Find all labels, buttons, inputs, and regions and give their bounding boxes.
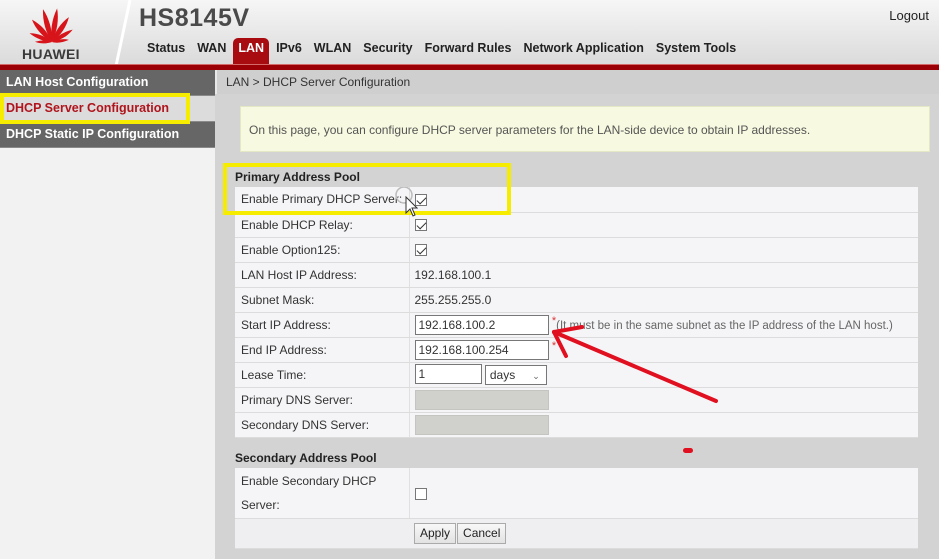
secondary-pool-table: Enable Secondary DHCP Server: Apply Cance… bbox=[235, 468, 918, 549]
lease-unit-select[interactable]: days ⌄ bbox=[484, 364, 547, 385]
lease-time-input[interactable] bbox=[414, 364, 482, 385]
start-ip-input[interactable] bbox=[414, 314, 549, 335]
primary-dns-label: Primary DNS Server: bbox=[235, 387, 410, 413]
device-model: HS8145V bbox=[139, 4, 250, 32]
nav-system-tools[interactable]: System Tools bbox=[650, 38, 742, 64]
table-row: Enable Option125: bbox=[235, 237, 918, 263]
enable-secondary-dhcp-label: Enable Secondary DHCP Server: bbox=[235, 468, 410, 519]
end-ip-label: End IP Address: bbox=[235, 337, 410, 363]
header-divider bbox=[114, 0, 132, 66]
lan-host-ip-label: LAN Host IP Address: bbox=[235, 262, 410, 288]
enable-secondary-dhcp-label-line1: Enable Secondary DHCP bbox=[241, 473, 377, 488]
huawei-logo: HUAWEI bbox=[0, 0, 112, 66]
table-row: Enable DHCP Relay: bbox=[235, 212, 918, 238]
table-row: Subnet Mask: 255.255.255.0 bbox=[235, 287, 918, 313]
page-description: On this page, you can configure DHCP ser… bbox=[240, 106, 930, 152]
enable-option125-checkbox[interactable] bbox=[414, 244, 427, 257]
mouse-cursor-icon bbox=[395, 187, 418, 217]
enable-option125-label: Enable Option125: bbox=[235, 237, 410, 263]
main-nav: Status WAN LAN IPv6 WLAN Security Forwar… bbox=[141, 38, 742, 64]
nav-wan[interactable]: WAN bbox=[191, 38, 232, 64]
router-admin-page: HUAWEI HS8145V Logout Status WAN LAN IPv… bbox=[0, 0, 939, 559]
lease-unit-value: days bbox=[489, 367, 516, 382]
nav-network-application[interactable]: Network Application bbox=[517, 38, 649, 64]
secondary-dns-input[interactable] bbox=[414, 414, 549, 435]
nav-status[interactable]: Status bbox=[141, 38, 191, 64]
enable-secondary-dhcp-checkbox[interactable] bbox=[414, 487, 427, 500]
logout-link[interactable]: Logout bbox=[889, 8, 929, 23]
enable-secondary-dhcp-label-line2: Server: bbox=[241, 497, 280, 512]
chevron-down-icon: ⌄ bbox=[532, 370, 540, 381]
sidebar: LAN Host Configuration DHCP Server Confi… bbox=[0, 70, 215, 559]
table-row: Secondary DNS Server: bbox=[235, 412, 918, 438]
nav-ipv6[interactable]: IPv6 bbox=[270, 38, 308, 64]
secondary-pool-title: Secondary Address Pool bbox=[235, 451, 377, 465]
start-ip-label: Start IP Address: bbox=[235, 312, 410, 338]
nav-forward-rules[interactable]: Forward Rules bbox=[419, 38, 518, 64]
enable-dhcp-relay-checkbox[interactable] bbox=[414, 219, 427, 232]
button-row: Apply Cancel bbox=[235, 518, 918, 549]
apply-button[interactable]: Apply bbox=[414, 522, 457, 544]
subnet-mask-value: 255.255.255.0 bbox=[409, 287, 918, 313]
breadcrumb: LAN > DHCP Server Configuration bbox=[215, 70, 939, 94]
lease-time-label: Lease Time: bbox=[235, 362, 410, 388]
red-mark-annotation bbox=[683, 448, 693, 453]
table-row: Enable Secondary DHCP Server: bbox=[235, 468, 918, 519]
nav-wlan[interactable]: WLAN bbox=[308, 38, 358, 64]
red-arrow-annotation bbox=[552, 325, 718, 403]
end-ip-input[interactable] bbox=[414, 339, 549, 360]
brand-name: HUAWEI bbox=[22, 46, 80, 62]
primary-dhcp-highlight-box bbox=[223, 163, 511, 215]
nav-security[interactable]: Security bbox=[357, 38, 418, 64]
subnet-mask-label: Subnet Mask: bbox=[235, 287, 410, 313]
sidebar-highlight-box bbox=[0, 93, 190, 124]
sidebar-item-dhcp-static-ip-configuration[interactable]: DHCP Static IP Configuration bbox=[0, 122, 215, 148]
primary-dns-input[interactable] bbox=[414, 389, 549, 410]
huawei-petal-icon bbox=[29, 8, 73, 44]
lan-host-ip-value: 192.168.100.1 bbox=[409, 262, 918, 288]
header: HUAWEI HS8145V Logout Status WAN LAN IPv… bbox=[0, 0, 939, 66]
cancel-button[interactable]: Cancel bbox=[457, 522, 507, 544]
enable-dhcp-relay-label: Enable DHCP Relay: bbox=[235, 212, 410, 238]
table-row: LAN Host IP Address: 192.168.100.1 bbox=[235, 262, 918, 288]
nav-lan[interactable]: LAN bbox=[233, 38, 270, 64]
secondary-dns-label: Secondary DNS Server: bbox=[235, 412, 410, 438]
